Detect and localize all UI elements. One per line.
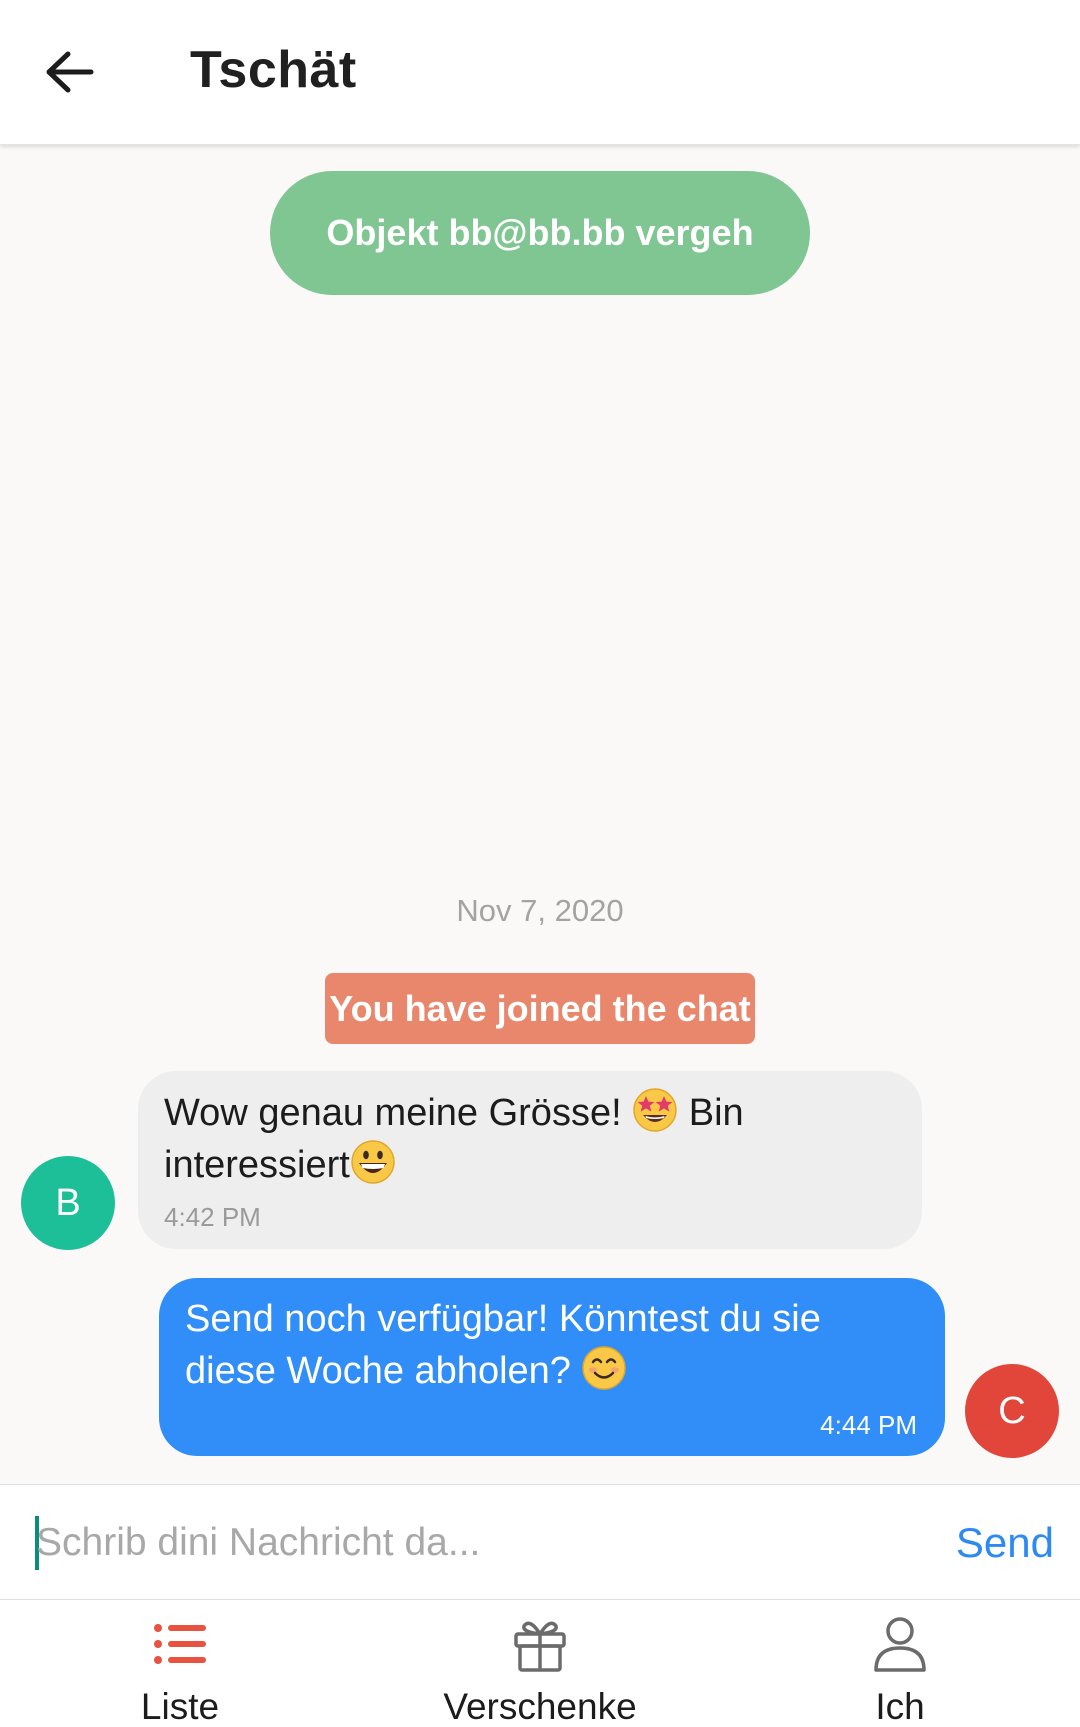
arrow-left-icon — [46, 51, 94, 93]
page-title: Tschät — [190, 41, 357, 99]
user-icon — [874, 1617, 926, 1672]
nav-item-verschenke[interactable]: Verschenke — [410, 1600, 670, 1727]
item-status-pill[interactable]: Objekt bb@bb.bb vergeh — [270, 171, 810, 295]
gift-icon — [514, 1621, 566, 1672]
list-icon — [154, 1624, 206, 1664]
bottom-nav: Liste Verschenke Ich — [0, 1600, 1080, 1727]
message-bubble-outgoing[interactable]: Send noch verfügbar! Könntest du sie die… — [159, 1278, 945, 1456]
avatar[interactable]: C — [965, 1364, 1059, 1458]
app-header: Tschät — [0, 0, 1080, 145]
message-composer: Send — [0, 1484, 1080, 1600]
message-bubble-incoming[interactable]: Wow genau meine Grösse! Bin interessiert… — [138, 1071, 922, 1249]
star-struck-emoji-icon — [633, 1088, 677, 1132]
smiling-face-emoji-icon — [582, 1346, 627, 1390]
avatar-initial: C — [998, 1389, 1026, 1432]
grinning-face-emoji-icon — [351, 1140, 395, 1184]
nav-label: Verschenke — [443, 1686, 637, 1727]
join-notice: You have joined the chat — [325, 973, 755, 1044]
message-text-part: Wow genau meine Grösse! — [164, 1092, 633, 1134]
avatar-initial: B — [55, 1181, 81, 1224]
message-text-part: Send noch verfügbar! Könntest du sie die… — [185, 1298, 821, 1392]
nav-item-liste[interactable]: Liste — [50, 1600, 310, 1727]
nav-item-ich[interactable]: Ich — [770, 1600, 1030, 1727]
send-button[interactable]: Send — [956, 1511, 1054, 1575]
avatar[interactable]: B — [21, 1156, 115, 1250]
back-button[interactable] — [36, 36, 102, 108]
message-input[interactable] — [36, 1509, 916, 1577]
date-separator: Nov 7, 2020 — [456, 893, 624, 928]
message-timestamp: 4:42 PM — [164, 1202, 261, 1232]
nav-label: Ich — [875, 1686, 925, 1727]
message-timestamp: 4:44 PM — [820, 1410, 917, 1440]
nav-label: Liste — [140, 1686, 220, 1727]
message-text: Send noch verfügbar! Könntest du sie die… — [185, 1294, 921, 1397]
message-text: Wow genau meine Grösse! Bin interessiert — [164, 1087, 898, 1191]
